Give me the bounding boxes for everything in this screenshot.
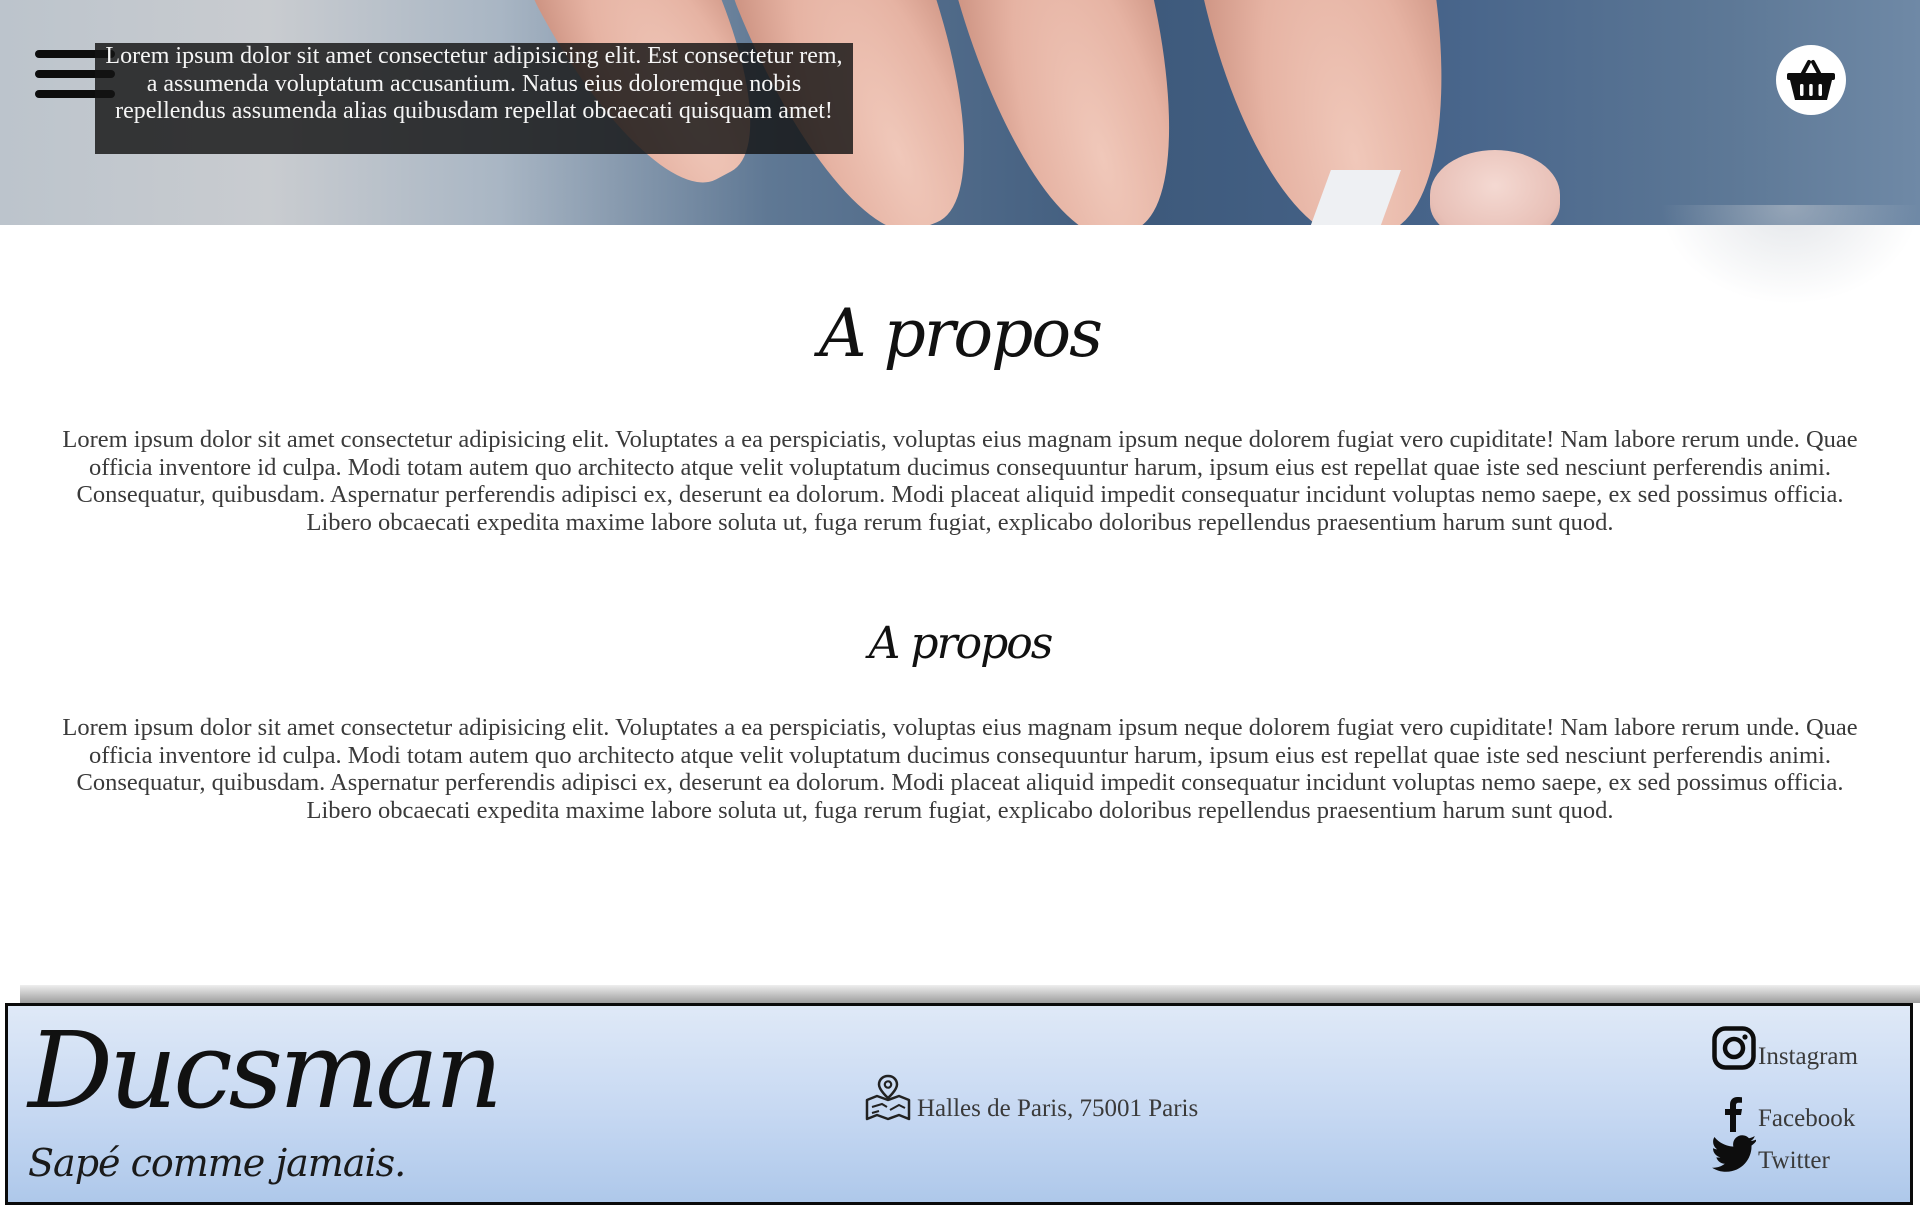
hero-intro-text: Lorem ipsum dolor sit amet consectetur a…: [95, 43, 853, 154]
twitter-icon: [1712, 1135, 1756, 1172]
facebook-link[interactable]: Facebook: [1712, 1096, 1855, 1132]
facebook-icon: [1725, 1097, 1742, 1132]
instagram-link[interactable]: Instagram: [1712, 1026, 1858, 1070]
basket-button[interactable]: [1776, 45, 1846, 115]
twitter-link-label: Twitter: [1758, 1147, 1830, 1174]
hero-fade: [1660, 205, 1920, 305]
map-pin-icon: [865, 1074, 911, 1121]
basket-icon: [1787, 60, 1835, 100]
hero-image-finger: [924, 0, 1216, 225]
footer-brand-logo[interactable]: Ducsman: [28, 1011, 503, 1131]
instagram-link-label: Instagram: [1758, 1043, 1858, 1070]
footer-shadow: [20, 985, 1920, 1003]
facebook-link-label: Facebook: [1758, 1105, 1856, 1132]
twitter-link[interactable]: Twitter: [1712, 1134, 1830, 1174]
footer-address-text: Halles de Paris, 75001 Paris: [917, 1095, 1199, 1122]
section-body-about: Lorem ipsum dolor sit amet consectetur a…: [62, 426, 1858, 536]
section-title-about-2: A propos: [868, 618, 1054, 669]
section-title-about: A propos: [818, 295, 1103, 372]
section-body-about-2: Lorem ipsum dolor sit amet consectetur a…: [62, 714, 1858, 824]
footer: Ducsman Sapé comme jamais. Halles de Par…: [5, 1003, 1913, 1205]
footer-address: Halles de Paris, 75001 Paris: [865, 1074, 1198, 1122]
hero-image-fingertip: [1430, 150, 1560, 225]
footer-tagline: Sapé comme jamais.: [28, 1141, 406, 1185]
instagram-icon: [1712, 1026, 1756, 1070]
